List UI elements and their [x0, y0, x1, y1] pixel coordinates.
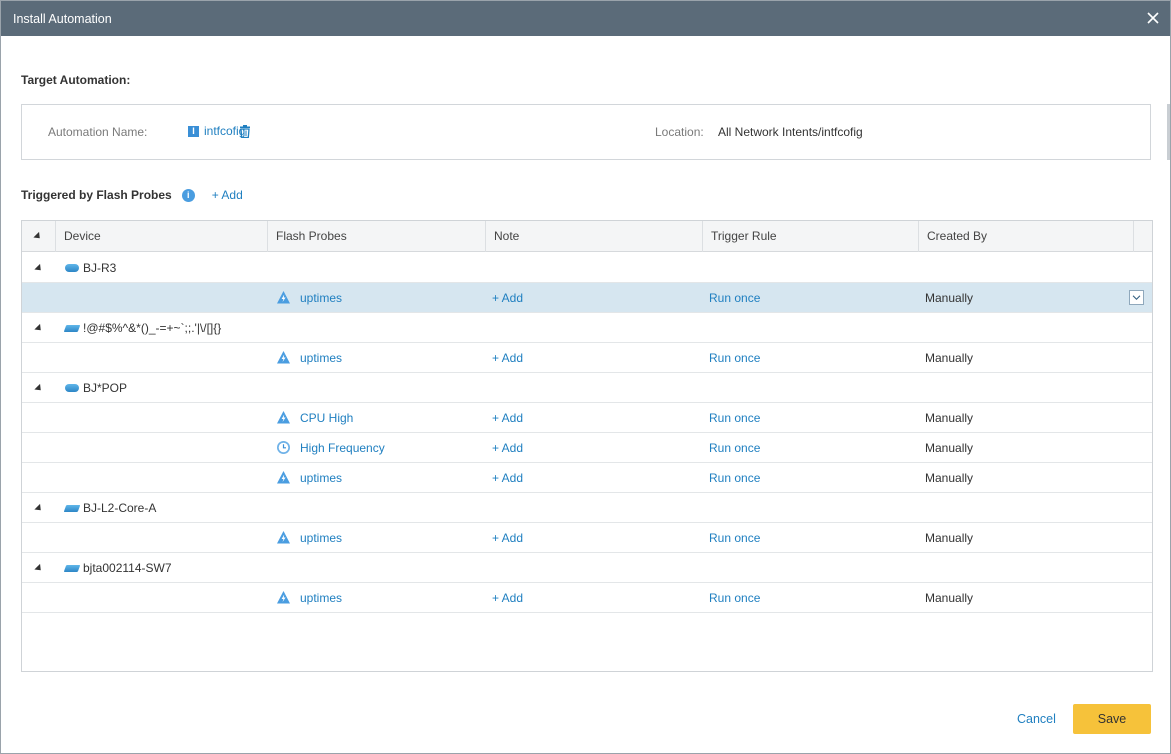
device-name: bjta002114-SW7: [83, 561, 172, 575]
trigger-rule-link[interactable]: Run once: [709, 523, 760, 553]
device-row[interactable]: !@#$%^&*()_-=+~`;;.'|\/[]{}: [22, 313, 1152, 343]
info-icon[interactable]: i: [181, 188, 195, 202]
column-header-trigger-rule[interactable]: Trigger Rule: [703, 221, 919, 252]
probe-row[interactable]: uptimes + Add Run once Manually: [22, 463, 1152, 493]
target-automation-box: Automation Name: I intfcofig Location: A…: [21, 104, 1151, 160]
trigger-rule-link[interactable]: Run once: [709, 433, 760, 463]
device-name: BJ-R3: [83, 261, 117, 275]
switch-icon: [63, 565, 81, 572]
collapse-triangle-icon[interactable]: [34, 503, 44, 514]
flash-probe-grid: Device Flash Probes Note Trigger Rule Cr…: [21, 220, 1153, 672]
created-by-value: Manually: [925, 411, 974, 425]
automation-name-link[interactable]: I intfcofig: [188, 124, 245, 138]
column-header-note[interactable]: Note: [486, 221, 703, 252]
automation-name-label: Automation Name:: [48, 125, 148, 139]
scrollbar[interactable]: [1167, 104, 1170, 160]
device-name: BJ-L2-Core-A: [83, 501, 157, 515]
flash-probe-icon: [277, 411, 290, 424]
add-note-link[interactable]: + Add: [492, 433, 523, 463]
collapse-triangle-icon[interactable]: [34, 383, 44, 394]
device-name: BJ*POP: [83, 381, 128, 395]
collapse-triangle-icon[interactable]: [34, 323, 44, 334]
trigger-rule-link[interactable]: Run once: [709, 283, 760, 313]
column-header-device[interactable]: Device: [56, 221, 268, 252]
location-value: All Network Intents/intfcofig: [718, 125, 863, 139]
add-note-link[interactable]: + Add: [492, 343, 523, 373]
trigger-rule-link[interactable]: Run once: [709, 583, 760, 613]
trash-icon[interactable]: [239, 125, 251, 138]
collapse-triangle-icon[interactable]: [34, 263, 44, 274]
trigger-rule-link[interactable]: Run once: [709, 463, 760, 493]
created-by-value: Manually: [925, 291, 974, 305]
created-by-value: Manually: [925, 531, 974, 545]
clock-icon: [277, 441, 290, 454]
flash-probe-icon: [277, 351, 290, 364]
probe-name-link[interactable]: uptimes: [300, 463, 342, 493]
flash-probe-icon: [277, 291, 290, 304]
probe-row[interactable]: uptimes + Add Run once Manually: [22, 283, 1152, 313]
dialog-title: Install Automation: [13, 12, 112, 26]
probe-row[interactable]: CPU High + Add Run once Manually: [22, 403, 1152, 433]
add-flash-probe-button[interactable]: + Add: [212, 188, 243, 202]
probe-name-link[interactable]: CPU High: [300, 403, 353, 433]
probe-row[interactable]: uptimes + Add Run once Manually: [22, 523, 1152, 553]
probe-row[interactable]: High Frequency + Add Run once Manually: [22, 433, 1152, 463]
created-by-value: Manually: [925, 471, 974, 485]
dialog-titlebar: Install Automation: [1, 1, 1170, 36]
close-icon[interactable]: [1146, 11, 1160, 25]
chevron-down-icon[interactable]: [1129, 290, 1144, 305]
location-label: Location:: [655, 125, 704, 139]
device-row[interactable]: BJ-L2-Core-A: [22, 493, 1152, 523]
probe-name-link[interactable]: uptimes: [300, 343, 342, 373]
add-note-link[interactable]: + Add: [492, 283, 523, 313]
probe-name-link[interactable]: uptimes: [300, 283, 342, 313]
router-icon: [65, 264, 79, 272]
probe-row[interactable]: uptimes + Add Run once Manually: [22, 343, 1152, 373]
collapse-triangle-icon: [33, 231, 43, 242]
created-by-value: Manually: [925, 441, 974, 455]
flash-probe-icon: [277, 591, 290, 604]
created-by-value: Manually: [925, 351, 974, 365]
intent-icon: I: [188, 125, 199, 137]
cancel-button[interactable]: Cancel: [1017, 712, 1056, 726]
collapse-triangle-icon[interactable]: [34, 563, 44, 574]
collapse-all-toggle[interactable]: [22, 221, 56, 252]
device-name: !@#$%^&*()_-=+~`;;.'|\/[]{}: [83, 321, 222, 335]
device-row[interactable]: BJ-R3: [22, 253, 1152, 283]
flash-probe-icon: [277, 471, 290, 484]
triggered-by-header: Triggered by Flash Probes i + Add: [21, 188, 243, 202]
router-icon: [65, 384, 79, 392]
probe-row[interactable]: uptimes + Add Run once Manually: [22, 583, 1152, 613]
add-note-link[interactable]: + Add: [492, 583, 523, 613]
device-row[interactable]: BJ*POP: [22, 373, 1152, 403]
add-note-link[interactable]: + Add: [492, 463, 523, 493]
trigger-rule-link[interactable]: Run once: [709, 343, 760, 373]
device-row[interactable]: bjta002114-SW7: [22, 553, 1152, 583]
probe-name-link[interactable]: uptimes: [300, 523, 342, 553]
column-header-flash-probes[interactable]: Flash Probes: [268, 221, 486, 252]
install-automation-dialog: Install Automation Target Automation: Au…: [0, 0, 1171, 754]
add-note-link[interactable]: + Add: [492, 523, 523, 553]
add-note-link[interactable]: + Add: [492, 403, 523, 433]
save-button[interactable]: Save: [1073, 704, 1151, 734]
probe-name-link[interactable]: High Frequency: [300, 433, 385, 463]
grid-header: Device Flash Probes Note Trigger Rule Cr…: [22, 221, 1152, 252]
trigger-rule-link[interactable]: Run once: [709, 403, 760, 433]
probe-name-link[interactable]: uptimes: [300, 583, 342, 613]
switch-icon: [63, 325, 81, 332]
flash-probe-icon: [277, 531, 290, 544]
target-automation-label: Target Automation:: [21, 73, 131, 87]
created-by-value: Manually: [925, 591, 974, 605]
triggered-by-label: Triggered by Flash Probes: [21, 188, 172, 202]
switch-icon: [63, 505, 81, 512]
column-header-created-by[interactable]: Created By: [919, 221, 1134, 252]
